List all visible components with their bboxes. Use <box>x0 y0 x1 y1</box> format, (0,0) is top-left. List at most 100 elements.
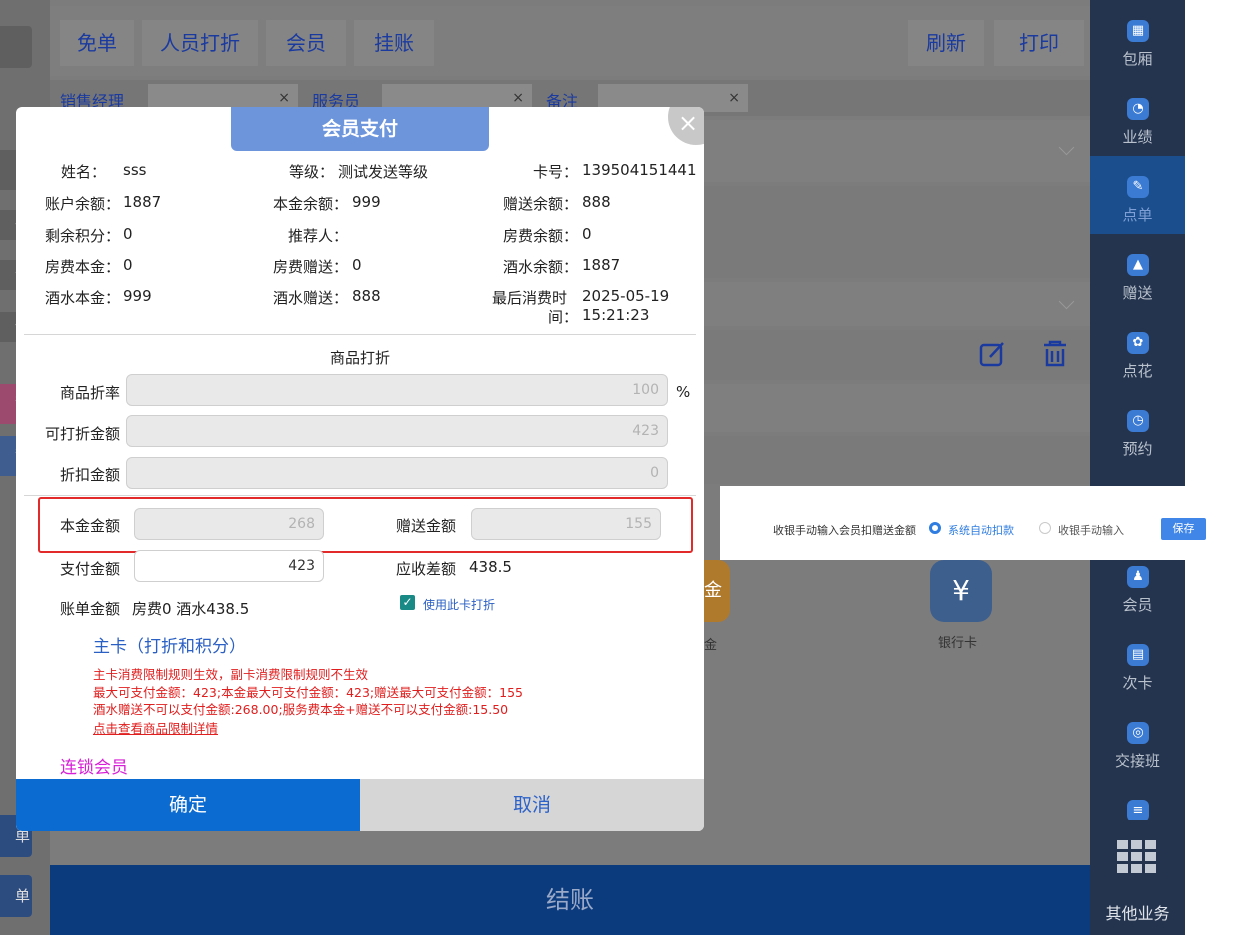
sidebar-item-handover[interactable]: ◎ 交接班 <box>1090 702 1185 780</box>
discountable-amount-input[interactable]: 423 <box>126 415 668 447</box>
refresh-button[interactable]: 刷新 <box>908 20 984 66</box>
card-icon: ▤ <box>1127 644 1149 666</box>
drinks-balance-value: 1887 <box>582 256 621 274</box>
sidebar-item-rooms[interactable]: ▦ 包厢 <box>1090 0 1185 78</box>
trash-icon[interactable] <box>1040 338 1070 368</box>
clock-icon: ◷ <box>1127 410 1149 432</box>
edit-icon[interactable] <box>978 340 1006 368</box>
referrer-label: 推荐人： <box>287 227 348 245</box>
bank-card-payment-icon[interactable]: ¥ <box>930 560 992 622</box>
check-icon: ✓ <box>402 595 413 609</box>
dialog-title: 会员支付 <box>231 107 489 151</box>
rule-line: 主卡消费限制规则生效，副卡消费限制规则不生效 <box>93 667 369 682</box>
discount-rate-unit: % <box>676 383 691 401</box>
sidebar-item-count-card[interactable]: ▤ 次卡 <box>1090 624 1185 702</box>
last-consumption-label: 最后消费时 <box>492 289 568 307</box>
use-card-discount-label[interactable]: 使用此卡打折 <box>423 596 495 613</box>
discount-rate-input[interactable]: 100 <box>126 374 668 406</box>
sidebar-item-order[interactable]: ✎ 点单 <box>1090 156 1185 234</box>
sidebar-item-performance[interactable]: ◔ 业绩 <box>1090 78 1185 156</box>
checkout-button[interactable]: 结账 <box>50 865 1090 935</box>
left-stub[interactable] <box>0 26 32 68</box>
sidebar-item-partial[interactable]: ≡ <box>1090 780 1185 820</box>
account-balance-value: 1887 <box>123 193 162 211</box>
room-principal-label: 房费本金： <box>44 258 120 276</box>
pay-amount-label: 支付金额 <box>60 560 121 578</box>
rule-line: 酒水赠送不可以支付金额:268.00;服务费本金+赠送不可以支付金额:15.50 <box>93 702 509 717</box>
save-button[interactable]: 保存 <box>1161 518 1206 540</box>
principal-balance-label: 本金余额： <box>272 195 348 213</box>
pay-amount-input[interactable]: 423 <box>134 550 324 582</box>
name-value: sss <box>123 161 147 179</box>
radio-manual-input[interactable] <box>1039 522 1051 534</box>
account-balance-label: 账户余额： <box>44 195 120 213</box>
option-auto-deduct-label[interactable]: 系统自动扣款 <box>948 522 1014 538</box>
level-value: 测试发送等级 <box>338 163 429 181</box>
sidebar-item-other[interactable]: 其他业务 <box>1090 830 1185 935</box>
chevron-down-icon <box>1058 293 1075 310</box>
sidebar-item-gift[interactable]: ▲ 赠送 <box>1090 234 1185 312</box>
member-button[interactable]: 会员 <box>266 20 346 66</box>
use-card-discount-checkbox[interactable]: ✓ <box>400 595 415 610</box>
sidebar-item-flower[interactable]: ✿ 点花 <box>1090 312 1185 390</box>
room-principal-value: 0 <box>123 256 133 274</box>
radio-auto-deduct[interactable] <box>929 522 941 534</box>
gift-balance-value: 888 <box>582 193 611 211</box>
principal-amount-input[interactable]: 268 <box>134 508 324 540</box>
option-manual-input-label[interactable]: 收银手动输入 <box>1058 522 1124 538</box>
level-label: 等级： <box>288 163 334 181</box>
principal-amount-label: 本金金额 <box>60 517 121 535</box>
member-icon: ♟ <box>1127 566 1149 588</box>
name-label: 姓名： <box>60 163 106 181</box>
handover-icon: ◎ <box>1127 722 1149 744</box>
last-consumption-time: 15:21:23 <box>582 306 650 324</box>
bank-card-label: 银行卡 <box>938 636 978 651</box>
room-gift-value: 0 <box>352 256 362 274</box>
cancel-button[interactable]: 取消 <box>360 779 704 831</box>
points-value: 0 <box>123 225 133 243</box>
last-consumption-date: 2025-05-19 <box>582 287 670 305</box>
discount-section-title: 商品打折 <box>329 349 390 367</box>
points-label: 剩余积分： <box>44 227 120 245</box>
main-card-tab[interactable]: 主卡（打折和积分） <box>93 632 246 657</box>
free-order-button[interactable]: 免单 <box>60 20 134 66</box>
apps-grid-icon <box>1117 840 1156 873</box>
gift-icon: ▲ <box>1127 254 1149 276</box>
confirm-button[interactable]: 确定 <box>16 779 360 831</box>
room-fee-balance-label: 房费余额： <box>502 227 578 245</box>
clear-icon[interactable]: × <box>278 90 290 106</box>
drinks-gift-value: 888 <box>352 287 381 305</box>
gold-payment-tile[interactable]: 金 <box>704 560 730 622</box>
deduction-setting-label: 收银手动输入会员扣赠送金额 <box>773 524 916 537</box>
gold-payment-label: 金 <box>704 638 718 653</box>
discount-amount-input[interactable]: 0 <box>126 457 668 489</box>
left-stub[interactable]: 单 <box>0 875 32 917</box>
staff-discount-button[interactable]: 人员打折 <box>142 20 258 66</box>
discountable-amount-label: 可打折金额 <box>44 425 120 443</box>
chain-member-link[interactable]: 连锁会员 <box>60 753 128 778</box>
close-icon[interactable]: × <box>668 107 704 145</box>
rules-detail-link[interactable]: 点击查看商品限制详情 <box>93 718 218 737</box>
clear-icon[interactable]: × <box>728 90 740 106</box>
charge-account-button[interactable]: 挂账 <box>354 20 434 66</box>
print-button[interactable]: 打印 <box>994 20 1084 66</box>
card-number-label: 卡号： <box>532 163 578 181</box>
menu-icon: ≡ <box>1127 800 1149 820</box>
gift-amount-label: 赠送金额 <box>396 517 457 535</box>
drinks-principal-label: 酒水本金： <box>44 289 120 307</box>
divider <box>24 495 696 496</box>
grid-icon: ▦ <box>1127 20 1149 42</box>
receivable-difference-value: 438.5 <box>469 558 512 576</box>
bill-amount-value: 房费0 酒水438.5 <box>132 600 250 618</box>
discount-amount-label: 折扣金额 <box>59 466 120 484</box>
member-payment-dialog: 会员支付 × 姓名： sss 等级： 测试发送等级 卡号： 1395041514… <box>16 107 704 831</box>
sidebar-item-reservation[interactable]: ◷ 预约 <box>1090 390 1185 468</box>
gift-amount-input[interactable]: 155 <box>471 508 661 540</box>
drinks-principal-value: 999 <box>123 287 152 305</box>
clear-icon[interactable]: × <box>512 90 524 106</box>
drinks-gift-label: 酒水赠送： <box>272 289 348 307</box>
principal-balance-value: 999 <box>352 193 381 211</box>
divider <box>24 334 696 335</box>
card-number-value: 139504151441 <box>582 161 697 179</box>
chevron-down-icon <box>1058 139 1075 156</box>
